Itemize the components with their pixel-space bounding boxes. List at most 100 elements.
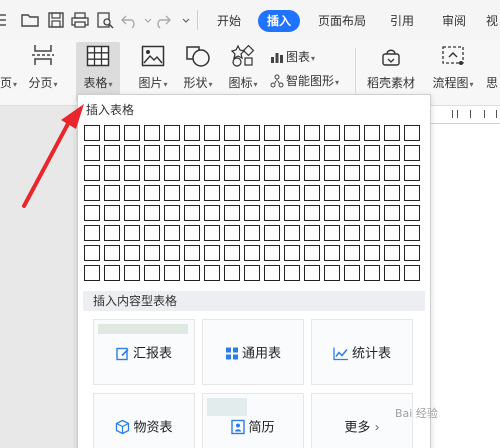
table-grid-cell[interactable] xyxy=(404,165,420,181)
table-grid-cell[interactable] xyxy=(164,185,180,201)
table-button[interactable]: 表格▾ xyxy=(76,42,120,102)
table-grid-cell[interactable] xyxy=(164,225,180,241)
mind-map-button[interactable]: 思 xyxy=(486,74,500,91)
open-folder-icon[interactable] xyxy=(20,10,40,30)
tab-references[interactable]: 引用 xyxy=(382,10,422,32)
table-grid-cell[interactable] xyxy=(224,125,240,141)
table-grid-cell[interactable] xyxy=(284,225,300,241)
table-grid-cell[interactable] xyxy=(244,245,260,261)
table-grid-cell[interactable] xyxy=(124,265,140,281)
table-grid-cell[interactable] xyxy=(404,245,420,261)
print-icon[interactable] xyxy=(70,10,90,30)
table-grid-cell[interactable] xyxy=(244,165,260,181)
table-grid-cell[interactable] xyxy=(244,265,260,281)
table-grid-cell[interactable] xyxy=(304,185,320,201)
tab-view[interactable]: 视 xyxy=(484,10,500,32)
table-grid-cell[interactable] xyxy=(224,145,240,161)
table-grid-cell[interactable] xyxy=(264,125,280,141)
table-grid-cell[interactable] xyxy=(124,165,140,181)
table-grid-cell[interactable] xyxy=(184,245,200,261)
table-grid-cell[interactable] xyxy=(344,165,360,181)
table-grid-cell[interactable] xyxy=(384,125,400,141)
flowchart-button[interactable]: 流程图▾ xyxy=(426,42,480,102)
table-grid-cell[interactable] xyxy=(84,265,100,281)
table-grid-cell[interactable] xyxy=(404,185,420,201)
table-grid-cell[interactable] xyxy=(124,225,140,241)
table-grid-cell[interactable] xyxy=(404,265,420,281)
table-grid-cell[interactable] xyxy=(184,165,200,181)
table-grid-cell[interactable] xyxy=(84,245,100,261)
table-grid-cell[interactable] xyxy=(304,125,320,141)
table-grid-cell[interactable] xyxy=(104,245,120,261)
menu-icon[interactable] xyxy=(0,10,14,30)
table-grid-cell[interactable] xyxy=(404,145,420,161)
table-grid-cell[interactable] xyxy=(164,205,180,221)
table-grid-cell[interactable] xyxy=(144,205,160,221)
table-grid-cell[interactable] xyxy=(184,225,200,241)
docer-material-button[interactable]: 稻壳素材 xyxy=(362,42,420,102)
table-grid-cell[interactable] xyxy=(144,225,160,241)
table-grid-cell[interactable] xyxy=(184,185,200,201)
table-size-grid[interactable] xyxy=(84,125,420,281)
table-grid-cell[interactable] xyxy=(284,265,300,281)
table-grid-cell[interactable] xyxy=(164,125,180,141)
table-grid-cell[interactable] xyxy=(364,145,380,161)
table-grid-cell[interactable] xyxy=(264,225,280,241)
table-grid-cell[interactable] xyxy=(404,205,420,221)
table-grid-cell[interactable] xyxy=(404,225,420,241)
table-grid-cell[interactable] xyxy=(344,245,360,261)
table-grid-cell[interactable] xyxy=(304,145,320,161)
table-grid-cell[interactable] xyxy=(84,225,100,241)
table-grid-cell[interactable] xyxy=(204,125,220,141)
table-grid-cell[interactable] xyxy=(364,125,380,141)
table-grid-cell[interactable] xyxy=(304,165,320,181)
table-grid-cell[interactable] xyxy=(344,205,360,221)
shape-button[interactable]: 形状▾ xyxy=(177,42,219,102)
tab-page-layout[interactable]: 页面布局 xyxy=(310,10,374,32)
table-grid-cell[interactable] xyxy=(384,145,400,161)
table-grid-cell[interactable] xyxy=(324,125,340,141)
table-grid-cell[interactable] xyxy=(384,225,400,241)
redo-icon[interactable] xyxy=(152,10,172,30)
table-grid-cell[interactable] xyxy=(384,245,400,261)
tab-insert[interactable]: 插入 xyxy=(258,10,300,32)
table-grid-cell[interactable] xyxy=(104,125,120,141)
table-grid-cell[interactable] xyxy=(244,125,260,141)
table-grid-cell[interactable] xyxy=(164,165,180,181)
table-grid-cell[interactable] xyxy=(284,185,300,201)
table-grid-cell[interactable] xyxy=(84,185,100,201)
chart-button[interactable]: 图表▾ xyxy=(270,48,315,65)
tab-start[interactable]: 开始 xyxy=(208,10,250,32)
table-grid-cell[interactable] xyxy=(124,145,140,161)
undo-icon[interactable] xyxy=(120,10,140,30)
table-grid-cell[interactable] xyxy=(84,205,100,221)
table-grid-cell[interactable] xyxy=(124,125,140,141)
table-grid-cell[interactable] xyxy=(384,165,400,181)
print-preview-icon[interactable] xyxy=(95,10,115,30)
table-grid-cell[interactable] xyxy=(344,145,360,161)
table-grid-cell[interactable] xyxy=(304,205,320,221)
table-grid-cell[interactable] xyxy=(224,225,240,241)
table-grid-cell[interactable] xyxy=(204,225,220,241)
table-grid-cell[interactable] xyxy=(84,125,100,141)
table-grid-cell[interactable] xyxy=(264,205,280,221)
table-grid-cell[interactable] xyxy=(284,165,300,181)
table-grid-cell[interactable] xyxy=(404,125,420,141)
table-grid-cell[interactable] xyxy=(284,125,300,141)
table-grid-cell[interactable] xyxy=(164,265,180,281)
customize-dropdown-icon[interactable] xyxy=(176,10,190,30)
table-grid-cell[interactable] xyxy=(224,205,240,221)
table-grid-cell[interactable] xyxy=(244,205,260,221)
ribbon-partial-left[interactable]: 页▾ xyxy=(0,74,17,91)
table-grid-cell[interactable] xyxy=(364,265,380,281)
table-grid-cell[interactable] xyxy=(364,205,380,221)
table-grid-cell[interactable] xyxy=(204,145,220,161)
undo-dropdown-icon[interactable] xyxy=(138,10,152,30)
table-grid-cell[interactable] xyxy=(264,265,280,281)
table-grid-cell[interactable] xyxy=(304,245,320,261)
report-table-card[interactable]: 汇报表 xyxy=(93,319,195,385)
table-grid-cell[interactable] xyxy=(304,265,320,281)
table-grid-cell[interactable] xyxy=(204,205,220,221)
table-grid-cell[interactable] xyxy=(264,165,280,181)
table-grid-cell[interactable] xyxy=(204,165,220,181)
